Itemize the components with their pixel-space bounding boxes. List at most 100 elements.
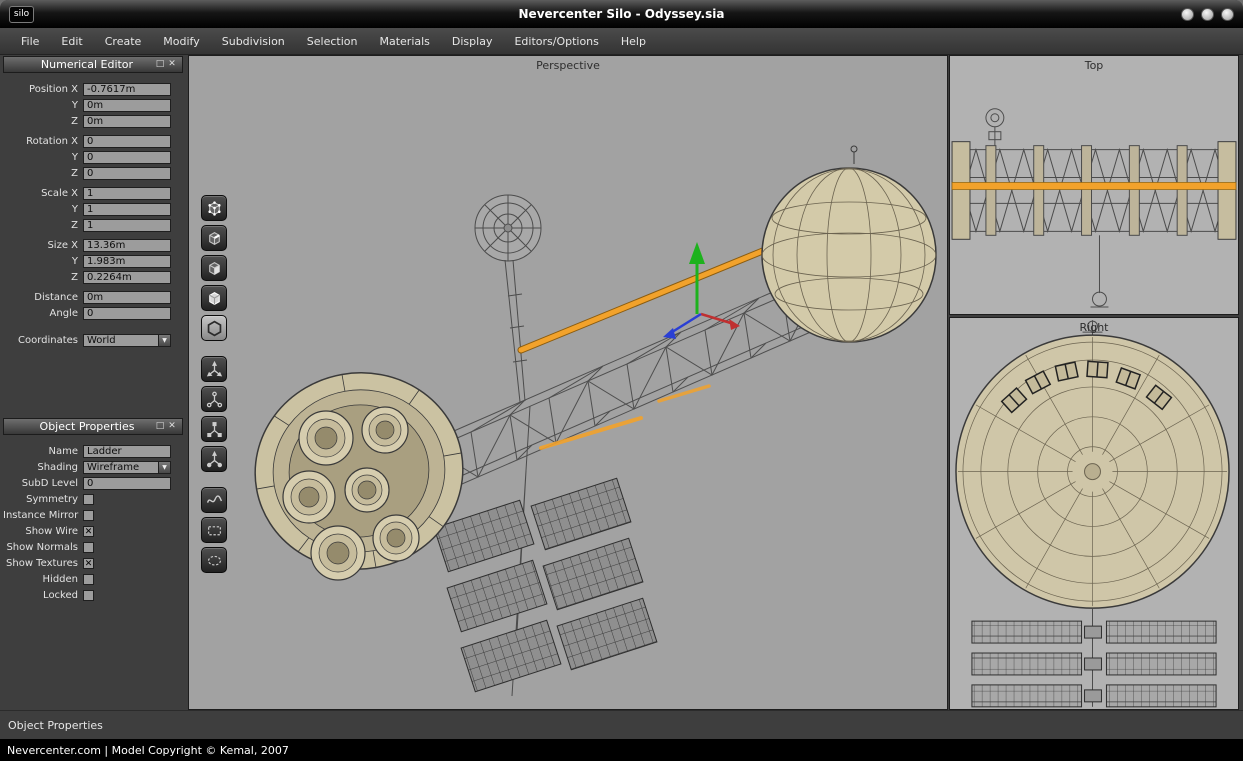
solar-panels xyxy=(434,478,657,692)
dashed-ellipse-icon xyxy=(206,552,223,569)
menu-modify[interactable]: Modify xyxy=(152,30,210,53)
menu-bar: File Edit Create Modify Subdivision Sele… xyxy=(0,28,1243,55)
universal-manipulator-button[interactable] xyxy=(201,446,227,472)
rotation-y-label: Y xyxy=(3,152,83,163)
rotation-y-input[interactable] xyxy=(83,151,171,164)
size-x-input[interactable] xyxy=(83,239,171,252)
menu-create[interactable]: Create xyxy=(94,30,153,53)
coordinates-dropdown[interactable]: World ▼ xyxy=(83,334,171,347)
soft-select-tool-button[interactable] xyxy=(201,487,227,513)
title-bar[interactable]: silo Nevercenter Silo - Odyssey.sia xyxy=(0,0,1243,28)
size-y-label: Y xyxy=(3,256,83,267)
menu-editors-options[interactable]: Editors/Options xyxy=(503,30,609,53)
instance-mirror-checkbox[interactable] xyxy=(83,510,94,521)
silo-application-window: silo Nevercenter Silo - Odyssey.sia File… xyxy=(0,0,1243,761)
locked-label: Locked xyxy=(3,590,83,601)
position-y-input[interactable] xyxy=(83,99,171,112)
shading-value: Wireframe xyxy=(83,461,158,474)
panel-close-icon[interactable]: ✕ xyxy=(166,419,178,434)
perspective-viewport[interactable]: Perspective xyxy=(188,55,948,710)
wave-icon xyxy=(206,492,223,509)
axis-tripod-mixed-icon xyxy=(206,451,223,468)
footer-bar: Nevercenter.com | Model Copyright © Kema… xyxy=(0,739,1243,761)
show-normals-label: Show Normals xyxy=(3,542,83,553)
menu-display[interactable]: Display xyxy=(441,30,504,53)
window-close-button[interactable] xyxy=(1221,8,1234,21)
multi-select-mode-button[interactable] xyxy=(201,315,227,341)
coordinates-label: Coordinates xyxy=(3,335,83,346)
locked-checkbox[interactable] xyxy=(83,590,94,601)
perspective-3d-model xyxy=(189,56,947,709)
viewport-toolbar xyxy=(201,195,229,577)
chevron-down-icon[interactable]: ▼ xyxy=(158,461,171,474)
show-textures-checkbox[interactable]: ✕ xyxy=(83,558,94,569)
axis-tripod-circles-icon xyxy=(206,391,223,408)
size-z-label: Z xyxy=(3,272,83,283)
menu-selection[interactable]: Selection xyxy=(296,30,369,53)
scale-z-label: Z xyxy=(3,220,83,231)
show-wire-label: Show Wire xyxy=(3,526,83,537)
select-edges-button[interactable] xyxy=(201,225,227,251)
numerical-editor-panel: x Numerical Editor □ ✕ Position X Y Z Ro… xyxy=(3,56,183,348)
rotation-x-label: Rotation X xyxy=(3,136,83,147)
dashed-rect-icon xyxy=(206,522,223,539)
cube-face-icon xyxy=(206,260,223,277)
rotate-tool-button[interactable] xyxy=(201,386,227,412)
paint-select-tool-button[interactable] xyxy=(201,547,227,573)
scale-y-input[interactable] xyxy=(83,203,171,216)
numerical-editor-header[interactable]: x Numerical Editor □ ✕ xyxy=(3,56,183,73)
symmetry-checkbox[interactable] xyxy=(83,494,94,505)
marquee-select-tool-button[interactable] xyxy=(201,517,227,543)
menu-help[interactable]: Help xyxy=(610,30,657,53)
menu-file[interactable]: File xyxy=(10,30,50,53)
move-tool-button[interactable] xyxy=(201,356,227,382)
select-vertices-button[interactable] xyxy=(201,195,227,221)
size-y-input[interactable] xyxy=(83,255,171,268)
position-z-input[interactable] xyxy=(83,115,171,128)
object-name-input[interactable] xyxy=(83,445,171,458)
object-properties-header[interactable]: x Object Properties □ ✕ xyxy=(3,418,183,435)
dish-antenna xyxy=(475,195,541,402)
scale-tool-button[interactable] xyxy=(201,416,227,442)
right-viewport[interactable]: Right xyxy=(949,317,1239,710)
panel-close-icon[interactable]: ✕ xyxy=(166,57,178,72)
rotation-z-input[interactable] xyxy=(83,167,171,180)
top-view-model xyxy=(950,56,1238,314)
distance-input[interactable] xyxy=(83,291,171,304)
panel-minimize-icon[interactable]: □ xyxy=(154,419,166,434)
right-viewport-label: Right xyxy=(950,321,1238,334)
shading-label: Shading xyxy=(3,462,83,473)
window-maximize-button[interactable] xyxy=(1201,8,1214,21)
scale-y-label: Y xyxy=(3,204,83,215)
cube-vertices-icon xyxy=(206,200,223,217)
window-minimize-button[interactable] xyxy=(1181,8,1194,21)
scale-x-input[interactable] xyxy=(83,187,171,200)
hidden-checkbox[interactable] xyxy=(83,574,94,585)
panel-minimize-icon[interactable]: □ xyxy=(154,57,166,72)
position-x-label: Position X xyxy=(3,84,83,95)
show-normals-checkbox[interactable] xyxy=(83,542,94,553)
top-viewport[interactable]: Top xyxy=(949,55,1239,315)
menu-edit[interactable]: Edit xyxy=(50,30,93,53)
axis-tripod-squares-icon xyxy=(206,421,223,438)
subd-level-input[interactable] xyxy=(83,477,171,490)
scale-z-input[interactable] xyxy=(83,219,171,232)
select-objects-button[interactable] xyxy=(201,285,227,311)
right-view-model xyxy=(950,318,1238,709)
status-bar: Object Properties xyxy=(0,710,1243,739)
size-z-input[interactable] xyxy=(83,271,171,284)
size-x-label: Size X xyxy=(3,240,83,251)
position-x-input[interactable] xyxy=(83,83,171,96)
left-sidebar: x Numerical Editor □ ✕ Position X Y Z Ro… xyxy=(0,55,187,710)
show-wire-checkbox[interactable]: ✕ xyxy=(83,526,94,537)
shading-dropdown[interactable]: Wireframe ▼ xyxy=(83,461,171,474)
chevron-down-icon[interactable]: ▼ xyxy=(158,334,171,347)
select-faces-button[interactable] xyxy=(201,255,227,281)
menu-subdivision[interactable]: Subdivision xyxy=(211,30,296,53)
menu-materials[interactable]: Materials xyxy=(368,30,440,53)
angle-input[interactable] xyxy=(83,307,171,320)
app-logo: silo xyxy=(9,6,34,23)
window-title: Nevercenter Silo - Odyssey.sia xyxy=(0,7,1243,21)
rotation-x-input[interactable] xyxy=(83,135,171,148)
rotation-z-label: Z xyxy=(3,168,83,179)
